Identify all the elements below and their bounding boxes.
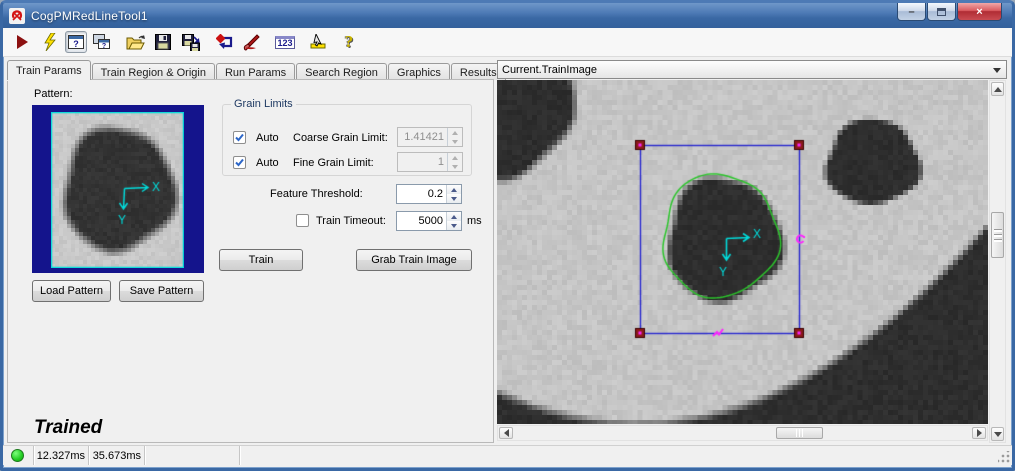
pattern-label: Pattern: (34, 88, 73, 100)
scroll-up-button[interactable] (991, 82, 1004, 96)
image-source-value: Current.TrainImage (502, 64, 597, 76)
train-timeout-down-button[interactable] (447, 221, 461, 230)
help-glyph: ? (345, 32, 354, 52)
titlebar: CogPMRedLineTool1 – × (3, 3, 1012, 28)
train-timeout-unit: ms (467, 215, 482, 227)
train-timeout-up-button[interactable] (447, 212, 461, 221)
scroll-right-button[interactable] (972, 427, 986, 439)
train-params-page: Pattern: Load Pattern Save Pattern Grain… (7, 79, 494, 443)
grab-train-image-button[interactable]: Grab Train Image (356, 249, 472, 271)
auto-coarse-checkbox[interactable] (233, 131, 246, 144)
tab-train-params[interactable]: Train Params (7, 60, 91, 80)
auto-fine-label: Auto (256, 157, 279, 169)
coarse-down-button (448, 137, 462, 146)
app-window: CogPMRedLineTool1 – × ? ? (0, 0, 1015, 471)
numeric-results-icon[interactable]: 123 (274, 31, 296, 53)
coarse-up-button (448, 128, 462, 137)
grain-limits-group: Grain Limits Auto Coarse Grain Limit: 1.… (222, 104, 472, 176)
open-file-icon[interactable] (124, 31, 146, 53)
svg-text:?: ? (101, 43, 105, 50)
run-tool-icon[interactable] (11, 31, 33, 53)
cognex-logo-icon (9, 8, 25, 24)
feature-threshold-down-button[interactable] (447, 194, 461, 203)
tab-graphics[interactable]: Graphics (388, 63, 450, 80)
train-timeout-label: Train Timeout: (316, 215, 386, 227)
maximize-button[interactable] (927, 3, 956, 21)
tabstrip: Train Params Train Region & Origin Run P… (7, 60, 507, 80)
fine-grain-limit-label: Fine Grain Limit: (293, 157, 374, 169)
toolbar: ? ? 123 ? (3, 28, 1012, 57)
train-button[interactable]: Train (219, 249, 303, 271)
train-image-display[interactable] (497, 80, 988, 424)
train-timeout-checkbox[interactable] (296, 214, 309, 227)
help-icon[interactable]: ? (338, 31, 360, 53)
statusbar: 12.327ms 35.673ms (3, 445, 1012, 465)
horizontal-scroll-thumb[interactable] (776, 427, 823, 439)
vertical-scrollbar[interactable] (989, 80, 1006, 443)
fine-down-button (448, 162, 462, 171)
resize-grip[interactable] (998, 451, 1010, 463)
train-region-overlay[interactable] (497, 80, 988, 424)
train-timeout-spinner[interactable]: 5000 (396, 211, 462, 231)
chevron-down-icon (993, 68, 1001, 73)
fine-grain-limit-spinner: 1 (397, 152, 463, 172)
maximize-icon (937, 8, 946, 16)
auto-fine-checkbox[interactable] (233, 156, 246, 169)
minimize-button[interactable]: – (897, 3, 926, 21)
tab-train-region-origin[interactable]: Train Region & Origin (92, 63, 215, 80)
scroll-down-button[interactable] (991, 427, 1004, 441)
train-status-text: Trained (34, 417, 102, 439)
pointer-measure-icon[interactable] (308, 31, 330, 53)
feature-threshold-spinner[interactable]: 0.2 (396, 184, 462, 204)
coarse-grain-limit-label: Coarse Grain Limit: (293, 132, 388, 144)
feature-threshold-label: Feature Threshold: (270, 188, 363, 200)
load-pattern-button[interactable]: Load Pattern (32, 280, 111, 302)
close-button[interactable]: × (957, 3, 1002, 21)
grain-limits-title: Grain Limits (231, 98, 296, 110)
train-timeout-value[interactable]: 5000 (397, 212, 446, 230)
coarse-grain-limit-value: 1.41421 (398, 128, 447, 146)
svg-text:?: ? (73, 39, 79, 49)
vertical-scroll-thumb[interactable] (991, 212, 1004, 258)
electric-run-icon[interactable] (39, 31, 61, 53)
feature-threshold-value[interactable]: 0.2 (397, 185, 446, 203)
status-ok-indicator (11, 449, 24, 462)
show-tool-editor-icon[interactable]: ? (65, 31, 87, 53)
tab-run-params[interactable]: Run Params (216, 63, 295, 80)
run-time-value: 12.327ms (37, 450, 85, 462)
fine-up-button (448, 153, 462, 162)
pattern-display (32, 105, 204, 273)
scroll-left-button[interactable] (499, 427, 513, 439)
coarse-grain-limit-spinner: 1.41421 (397, 127, 463, 147)
save-file-icon[interactable] (152, 31, 174, 53)
reset-tool-icon[interactable] (214, 31, 236, 53)
tab-search-region[interactable]: Search Region (296, 63, 387, 80)
save-pattern-button[interactable]: Save Pattern (119, 280, 204, 302)
auto-coarse-label: Auto (256, 132, 279, 144)
save-file-as-icon[interactable] (180, 31, 202, 53)
pattern-origin-overlay (51, 112, 184, 268)
float-tool-editor-icon[interactable]: ? (90, 31, 112, 53)
total-time-value: 35.673ms (93, 450, 141, 462)
window-title: CogPMRedLineTool1 (31, 9, 148, 23)
numeric-results-glyph: 123 (275, 36, 294, 49)
image-source-dropdown[interactable]: Current.TrainImage (497, 60, 1007, 79)
image-view-panel: Current.TrainImage (497, 60, 1007, 443)
edit-graphics-icon[interactable] (240, 31, 262, 53)
feature-threshold-up-button[interactable] (447, 185, 461, 194)
fine-grain-limit-value: 1 (398, 153, 447, 171)
horizontal-scrollbar[interactable] (497, 425, 988, 441)
